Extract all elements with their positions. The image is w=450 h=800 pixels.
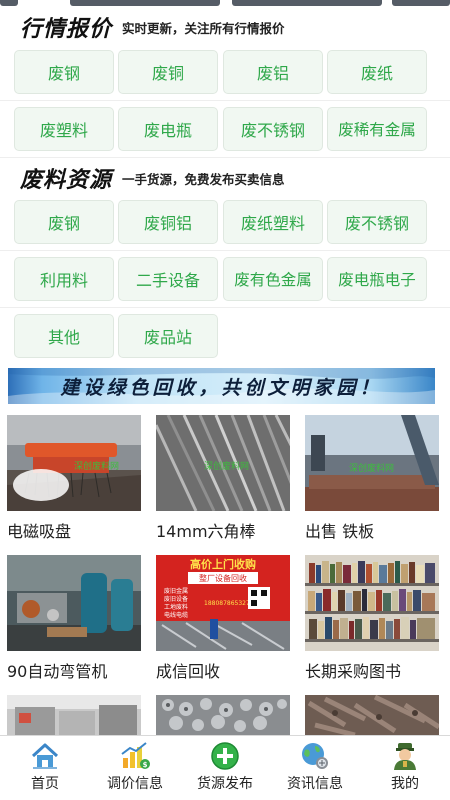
listing-title: 90自动弯管机 [7,662,108,681]
resources-section-header: 废料资源 一手货源，免费发布买卖信息 [0,161,450,195]
divider [0,157,450,158]
divider [0,100,450,101]
quote-category-button[interactable]: 废不锈钢 [223,107,323,151]
price-chart-icon: $ [121,742,150,769]
watermark-text: 深创废料网 [349,462,394,474]
poster-headline: 高价上门收购 [190,557,256,571]
quote-category-button[interactable]: 废塑料 [14,107,114,151]
listing-image: 高价上门收购 整厂设备回收 废旧金属 废旧设备 工地废料 电线电缆 188087… [156,555,290,651]
quote-category-button[interactable]: 废电瓶 [118,107,218,151]
tab-news[interactable]: 资讯信息 [270,736,360,800]
resources-section-subtitle: 一手货源，免费发布买卖信息 [122,171,285,187]
tab-label: 我的 [391,776,419,792]
listing-title: 成信回收 [156,662,221,681]
resource-category-button[interactable]: 废纸塑料 [223,200,323,244]
poster-line: 废旧设备 [164,595,188,603]
tab-price-info[interactable]: $ 调价信息 [90,736,180,800]
divider [0,307,450,308]
resource-category-button[interactable]: 废不锈钢 [327,200,427,244]
tab-label: 货源发布 [197,776,253,792]
svg-text:$: $ [143,761,148,769]
quote-category-button[interactable]: 废稀有金属 [327,107,427,151]
quotes-section-header: 行情报价 实时更新，关注所有行情报价 [0,10,450,44]
listing-image [7,555,141,651]
poster-line: 电线电缆 [164,611,188,619]
resource-category-button[interactable]: 废有色金属 [223,257,323,301]
tab-label: 资讯信息 [287,776,343,792]
quotes-section-title: 行情报价 [20,16,113,42]
divider [0,250,450,251]
listing-image: 深创废料网 [156,415,290,511]
listing-title: 长期采购图书 [305,662,402,681]
poster-line: 废旧金属 [164,587,188,595]
promo-banner[interactable]: 建设绿色回收，共创文明家园！ [8,368,435,404]
tab-publish-source[interactable]: 货源发布 [180,736,270,800]
globe-icon [302,743,328,769]
user-avatar-icon [394,743,416,770]
resource-category-button[interactable]: 废铜铝 [118,200,218,244]
listing-image: 深创废料网 [7,415,141,511]
home-icon [31,743,59,769]
listing-image: 深创废料网 [305,415,439,511]
resource-category-button[interactable]: 废品站 [118,314,218,358]
resource-category-button[interactable]: 废钢 [14,200,114,244]
listing-title: 出售 铁板 [305,522,375,541]
listing-image [305,555,439,651]
quote-category-button[interactable]: 废纸 [327,50,427,94]
poster-subline: 整厂设备回收 [199,573,247,583]
bottom-tab-bar: 首页 $ 调价信息 货源发布 资讯信息 我的 [0,735,450,800]
listing-title: 14mm六角棒 [156,522,256,541]
tab-home[interactable]: 首页 [0,736,90,800]
quotes-section-subtitle: 实时更新，关注所有行情报价 [122,20,285,36]
resource-category-button[interactable]: 二手设备 [118,257,218,301]
resource-category-button[interactable]: 利用料 [14,257,114,301]
tab-label: 调价信息 [107,776,163,792]
tab-mine[interactable]: 我的 [360,736,450,800]
plus-circle-icon [211,742,239,770]
quote-category-button[interactable]: 废铜 [118,50,218,94]
poster-line: 工地废料 [164,603,188,611]
poster-phone: 188087865327 [204,600,250,607]
tab-label: 首页 [31,776,59,792]
watermark-text: 深创废料网 [204,460,249,472]
quote-category-button[interactable]: 废钢 [14,50,114,94]
resource-category-button[interactable]: 其他 [14,314,114,358]
resources-section-title: 废料资源 [20,167,113,193]
quote-category-button[interactable]: 废铝 [223,50,323,94]
listing-title: 电磁吸盘 [7,522,72,541]
watermark-text: 深创废料网 [74,460,119,472]
resource-category-button[interactable]: 废电瓶电子 [327,257,427,301]
top-image-strip [0,0,450,6]
banner-text: 建设绿色回收，共创文明家园！ [60,376,383,399]
